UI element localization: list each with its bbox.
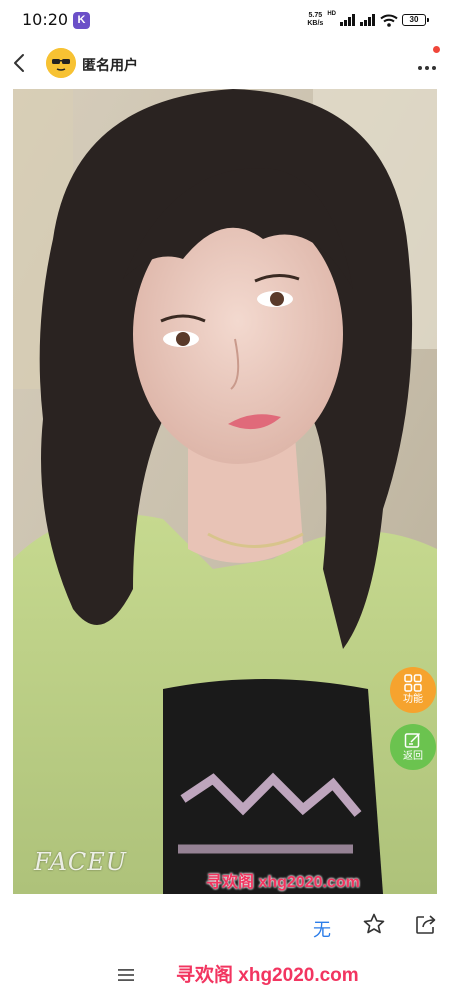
hd-label: HD — [327, 11, 336, 17]
star-icon[interactable] — [362, 912, 386, 936]
faceu-watermark: FACEU — [34, 848, 128, 876]
return-button[interactable]: 返回 — [390, 724, 436, 770]
status-indicators: 5.75 KB/s HD 30 — [307, 10, 429, 30]
share-icon[interactable] — [414, 912, 438, 936]
username[interactable]: 匿名用户 — [82, 55, 138, 75]
header: 匿名用户 — [0, 44, 450, 84]
wifi-icon — [380, 14, 398, 27]
menu-icon[interactable] — [117, 967, 135, 983]
no-count-label[interactable]: 无 — [313, 916, 331, 942]
return-label: 返回 — [403, 751, 423, 762]
back-arrow-icon[interactable] — [10, 52, 30, 74]
status-bar: 10:20 K 5.75 KB/s HD 30 — [0, 0, 450, 40]
photo[interactable] — [13, 89, 437, 894]
nav-bar: 寻欢阁 xhg2020.com — [0, 950, 450, 1000]
edit-icon — [404, 731, 422, 749]
grid-icon — [404, 674, 422, 692]
app-notification-icon: K — [73, 12, 90, 29]
site-watermark: 寻欢阁 xhg2020.com — [206, 874, 360, 891]
nav-watermark: 寻欢阁 xhg2020.com — [176, 965, 359, 986]
signal-icon — [340, 14, 356, 26]
signal-icon-2 — [360, 14, 376, 26]
network-speed-value: 5.75 — [308, 12, 323, 19]
status-time: 10:20 — [22, 10, 69, 29]
function-button[interactable]: 功能 — [390, 667, 436, 713]
action-bar: 无 — [0, 900, 450, 950]
notification-dot — [433, 46, 440, 53]
more-options-icon[interactable] — [414, 50, 442, 74]
network-speed-unit: KB/s — [307, 20, 324, 27]
battery-icon: 30 — [402, 14, 429, 26]
avatar[interactable] — [46, 48, 76, 78]
network-speed: 5.75 KB/s — [307, 12, 323, 28]
function-label: 功能 — [403, 694, 423, 705]
